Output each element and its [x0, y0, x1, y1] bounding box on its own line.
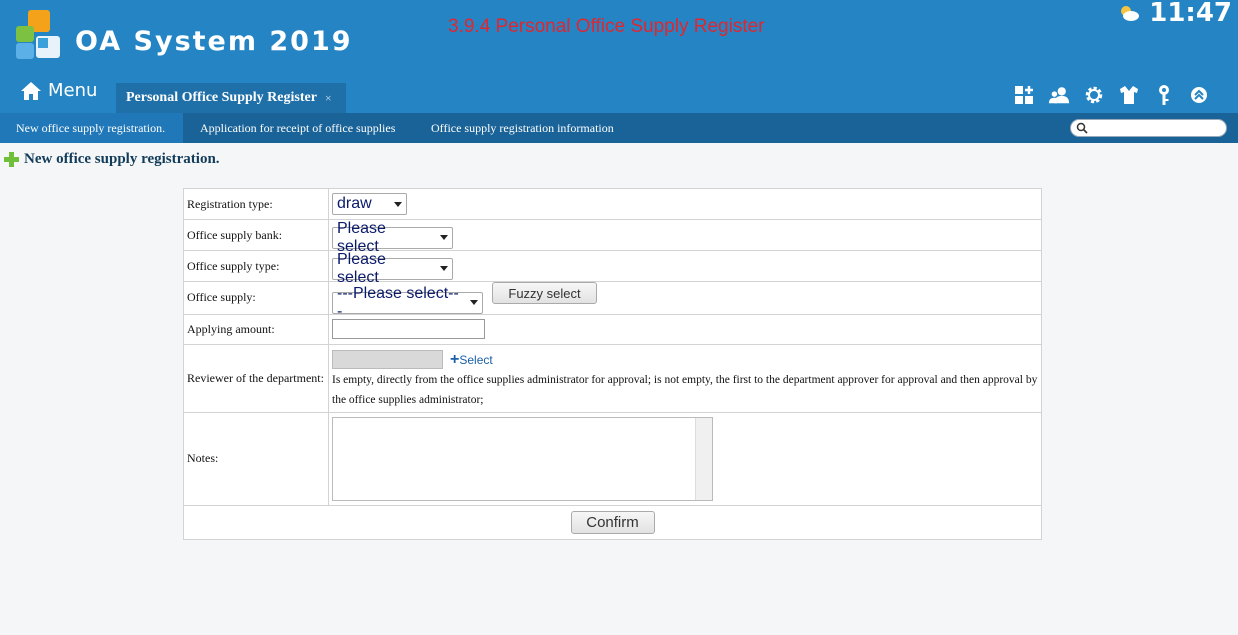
office-supply-type-label: Office supply type:	[183, 250, 329, 282]
office-supply-value: ---Please select---	[337, 284, 459, 320]
key-icon[interactable]	[1153, 84, 1175, 106]
notes-label: Notes:	[183, 411, 329, 506]
subnav-registration-information[interactable]: Office supply registration information	[431, 113, 614, 143]
registration-form: Registration type: draw Office supply ba…	[183, 188, 1042, 540]
registration-type-label: Registration type:	[183, 188, 329, 220]
subnav-new-registration[interactable]: New office supply registration.	[0, 113, 183, 143]
sub-navigation: New office supply registration. Applicat…	[0, 113, 1238, 143]
notes-textarea[interactable]	[332, 416, 713, 501]
applying-amount-label: Applying amount:	[183, 313, 329, 345]
chevron-down-icon	[470, 300, 478, 305]
users-icon[interactable]	[1048, 84, 1070, 106]
shirt-icon[interactable]	[1118, 84, 1140, 106]
registration-type-value: draw	[337, 195, 372, 212]
app-logo-icon	[16, 10, 60, 59]
toolbar-icons	[1013, 84, 1210, 106]
chevron-down-icon	[440, 266, 448, 271]
search-input[interactable]	[1070, 119, 1227, 137]
plus-icon	[4, 152, 19, 167]
reviewer-hint: Is empty, directly from the office suppl…	[332, 373, 1038, 406]
reviewer-label: Reviewer of the department:	[183, 343, 329, 413]
tab-close-icon[interactable]: ×	[325, 91, 332, 106]
office-supply-type-select[interactable]: Please select	[332, 251, 453, 286]
search-icon	[1076, 122, 1088, 134]
home-icon	[21, 81, 41, 100]
page-heading: 3.9.4 Personal Office Supply Register	[448, 16, 765, 37]
office-supply-bank-select[interactable]: Please select	[332, 220, 453, 255]
confirm-button[interactable]: Confirm	[570, 510, 655, 534]
tab-personal-office-supply-register[interactable]: Personal Office Supply Register ×	[116, 83, 346, 113]
office-supply-bank-label: Office supply bank:	[183, 219, 329, 251]
chevron-down-icon	[394, 201, 402, 207]
office-supply-select[interactable]: ---Please select---	[332, 285, 483, 320]
applying-amount-input[interactable]	[332, 319, 485, 339]
plus-icon: +	[450, 350, 460, 368]
grid-add-icon[interactable]	[1013, 84, 1035, 106]
notes-scrollbar[interactable]	[695, 417, 712, 500]
tab-label: Personal Office Supply Register	[126, 90, 317, 105]
reviewer-input[interactable]	[332, 350, 443, 370]
reviewer-select-link[interactable]: +Select	[450, 350, 493, 368]
app-title: OA System 2019	[75, 26, 353, 57]
fuzzy-select-button[interactable]: Fuzzy select	[492, 282, 597, 304]
subnav-receipt-application[interactable]: Application for receipt of office suppli…	[200, 113, 395, 143]
clock: 11:47	[1149, 0, 1232, 28]
office-supply-label: Office supply:	[183, 281, 329, 315]
menu-button[interactable]: Menu	[20, 80, 97, 101]
menu-label: Menu	[48, 80, 98, 101]
section-title-text: New office supply registration.	[24, 151, 220, 167]
chevron-down-icon	[440, 235, 448, 240]
registration-type-select[interactable]: draw	[332, 193, 407, 215]
gear-icon[interactable]	[1083, 84, 1105, 106]
collapse-up-icon[interactable]	[1188, 84, 1210, 106]
weather-icon	[1121, 6, 1139, 21]
top-header: OA System 2019 3.9.4 Personal Office Sup…	[0, 0, 1238, 143]
section-title: New office supply registration.	[4, 151, 220, 168]
